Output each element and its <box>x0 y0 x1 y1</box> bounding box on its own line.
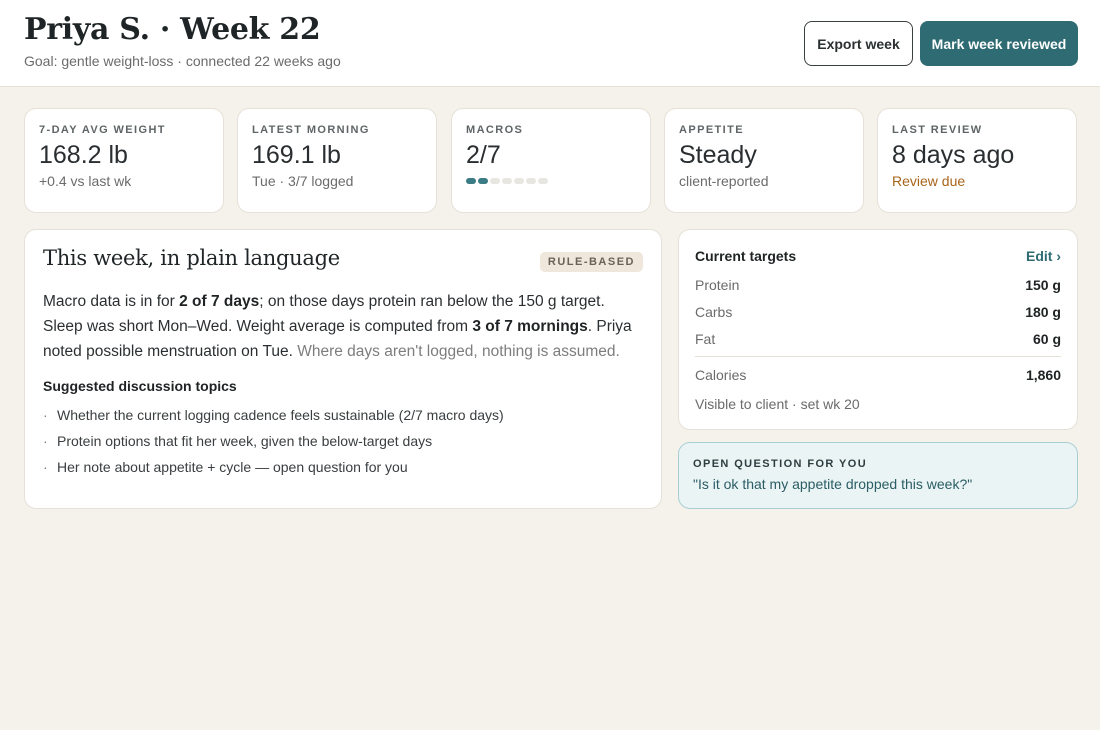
stat-sub: Tue · 3/7 logged <box>252 173 354 189</box>
macro-day-logged-dot <box>478 178 488 184</box>
target-value: 150 g <box>1025 277 1061 293</box>
target-row-carbs: Carbs 180 g <box>695 304 1061 320</box>
current-targets-card: Current targets Edit › Protein 150 g Car… <box>678 229 1078 430</box>
target-label: Protein <box>695 277 740 293</box>
stat-label: LATEST MORNING <box>252 124 370 136</box>
target-value: 60 g <box>1032 331 1061 347</box>
list-item: · Protein options that fit her week, give… <box>43 428 504 454</box>
topic-text: Her note about appetite + cycle — open q… <box>57 459 408 475</box>
macro-days-indicator <box>466 178 636 184</box>
macro-day-logged-dot <box>466 178 476 184</box>
page-title: Priya S. · Week 22 <box>24 12 321 47</box>
topics-heading: Suggested discussion topics <box>43 378 237 394</box>
stat-card-macros: MACROS 2/7 <box>451 108 651 213</box>
stat-value: Steady <box>679 141 757 169</box>
client-goal-subtitle: Goal: gentle weight-loss · connected 22 … <box>24 53 341 69</box>
summary-title: This week, in plain language <box>43 246 340 270</box>
weekly-summary-card: This week, in plain language RULE-BASED … <box>24 229 662 509</box>
macro-day-missing-dot <box>538 178 548 184</box>
page-header: Priya S. · Week 22 Goal: gentle weight-l… <box>0 0 1100 87</box>
target-label: Calories <box>695 367 747 383</box>
stat-value: 8 days ago <box>892 141 1015 169</box>
stat-sub: client-reported <box>679 173 769 189</box>
divider <box>695 356 1061 357</box>
stat-card-latest-morning: LATEST MORNING 169.1 lb Tue · 3/7 logged <box>237 108 437 213</box>
bullet: · <box>43 433 48 449</box>
stat-label: LAST REVIEW <box>892 124 983 136</box>
mark-reviewed-button[interactable]: Mark week reviewed <box>920 21 1078 66</box>
topic-text: Protein options that fit her week, given… <box>57 433 433 449</box>
edit-targets-link[interactable]: Edit › <box>1026 248 1061 264</box>
summary-emphasis: 2 of 7 days <box>179 293 260 310</box>
target-row-calories: Calories 1,860 <box>695 367 1061 383</box>
stat-value: 168.2 lb <box>39 141 128 169</box>
summary-text: Macro data is in for 2 of 7 days; on tho… <box>43 289 647 364</box>
macro-day-missing-dot <box>526 178 536 184</box>
summary-text-part: Macro data is in for <box>43 293 180 310</box>
target-row-fat: Fat 60 g <box>695 331 1061 347</box>
bullet: · <box>43 459 48 475</box>
targets-header: Current targets Edit › <box>695 248 1061 264</box>
stat-value: 169.1 lb <box>252 141 341 169</box>
rule-based-badge: RULE-BASED <box>539 252 643 272</box>
stat-card-last-review: LAST REVIEW 8 days ago Review due <box>877 108 1077 213</box>
stat-card-avg-weight: 7-DAY AVG WEIGHT 168.2 lb +0.4 vs last w… <box>24 108 224 213</box>
stat-label: APPETITE <box>679 124 744 136</box>
target-value: 180 g <box>1025 304 1061 320</box>
stat-sub: +0.4 vs last wk <box>39 173 132 189</box>
target-label: Fat <box>695 331 716 347</box>
export-week-button[interactable]: Export week <box>804 21 913 66</box>
stat-value: 2/7 <box>466 141 501 169</box>
stat-card-appetite: APPETITE Steady client-reported <box>664 108 864 213</box>
topics-list: · Whether the current logging cadence fee… <box>43 402 504 480</box>
topic-text: Whether the current logging cadence feel… <box>57 407 504 423</box>
macro-day-missing-dot <box>490 178 500 184</box>
summary-emphasis: 3 of 7 mornings <box>472 318 588 335</box>
summary-muted-note: Where days aren't logged, nothing is ass… <box>297 343 620 360</box>
target-value: 1,860 <box>1025 367 1061 383</box>
macro-day-missing-dot <box>514 178 524 184</box>
target-label: Carbs <box>695 304 733 320</box>
list-item: · Whether the current logging cadence fee… <box>43 402 504 428</box>
bullet: · <box>43 407 48 423</box>
question-text: "Is it ok that my appetite dropped this … <box>693 476 973 492</box>
review-due-status: Review due <box>892 173 966 189</box>
list-item: · Her note about appetite + cycle — open … <box>43 454 504 480</box>
stat-label: MACROS <box>466 124 524 136</box>
stat-label: 7-DAY AVG WEIGHT <box>39 124 166 136</box>
target-row-protein: Protein 150 g <box>695 277 1061 293</box>
targets-title: Current targets <box>695 248 797 264</box>
question-label: OPEN QUESTION FOR YOU <box>693 458 868 470</box>
macro-day-missing-dot <box>502 178 512 184</box>
visibility-note: Visible to client · set wk 20 <box>695 396 860 412</box>
open-question-card: OPEN QUESTION FOR YOU "Is it ok that my … <box>678 442 1078 509</box>
